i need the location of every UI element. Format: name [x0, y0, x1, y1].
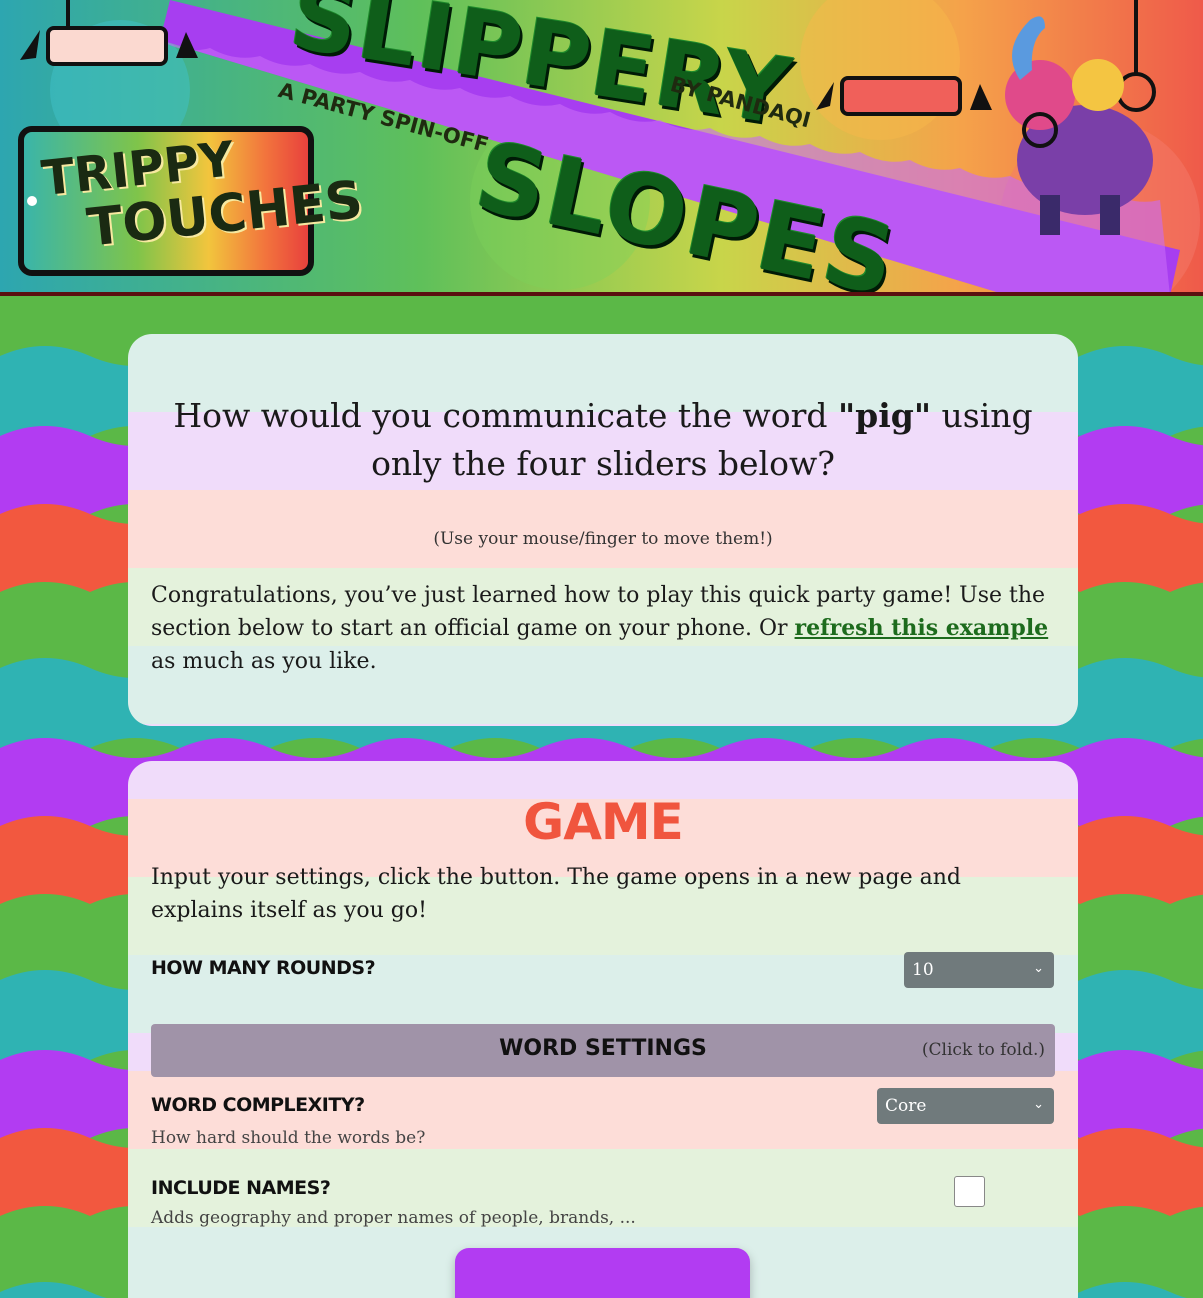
question-heading: How would you communicate the word "pig"… — [151, 392, 1055, 488]
intro-paragraph: Congratulations, you’ve just learned how… — [151, 579, 1055, 678]
complexity-description: How hard should the words be? — [151, 1128, 426, 1148]
phone-camera-icon — [27, 196, 37, 206]
trippy-touches-logo: TRIPPY TOUCHES — [18, 126, 366, 276]
intro-text-after: as much as you like. — [151, 649, 377, 674]
chevron-down-icon: ⌄ — [1033, 1097, 1044, 1112]
rounds-select[interactable]: 10 ⌄ — [904, 952, 1054, 988]
word-settings-toggle[interactable]: WORD SETTINGS (Click to fold.) — [151, 1024, 1055, 1077]
header-banner: SLIPPERY A PARTY SPIN-OFF BY PANDAQI SLO… — [0, 0, 1203, 296]
chevron-down-icon: ⌄ — [1033, 961, 1044, 976]
include-names-label: INCLUDE NAMES? — [151, 1177, 331, 1199]
fold-hint: (Click to fold.) — [921, 1040, 1045, 1060]
slider-hint: (Use your mouse/finger to move them!) — [433, 529, 773, 549]
question-text-before: How would you communicate the word — [173, 396, 838, 435]
include-names-checkbox[interactable] — [954, 1176, 985, 1207]
game-card: GAME Input your settings, click the butt… — [128, 761, 1078, 1298]
question-word: "pig" — [837, 396, 932, 435]
start-game-button[interactable] — [455, 1248, 750, 1298]
include-names-description: Adds geography and proper names of peopl… — [151, 1208, 636, 1228]
rounds-select-value: 10 — [912, 960, 934, 980]
complexity-select-value: Core — [885, 1096, 927, 1116]
game-description: Input your settings, click the button. T… — [151, 865, 961, 923]
rounds-label: HOW MANY ROUNDS? — [151, 957, 376, 979]
word-settings-title: WORD SETTINGS — [499, 1036, 707, 1061]
intro-card: How would you communicate the word "pig"… — [128, 334, 1078, 726]
complexity-select[interactable]: Core ⌄ — [877, 1088, 1054, 1124]
game-heading: GAME — [523, 793, 684, 851]
refresh-example-link[interactable]: refresh this example — [795, 615, 1049, 641]
complexity-label: WORD COMPLEXITY? — [151, 1094, 365, 1116]
